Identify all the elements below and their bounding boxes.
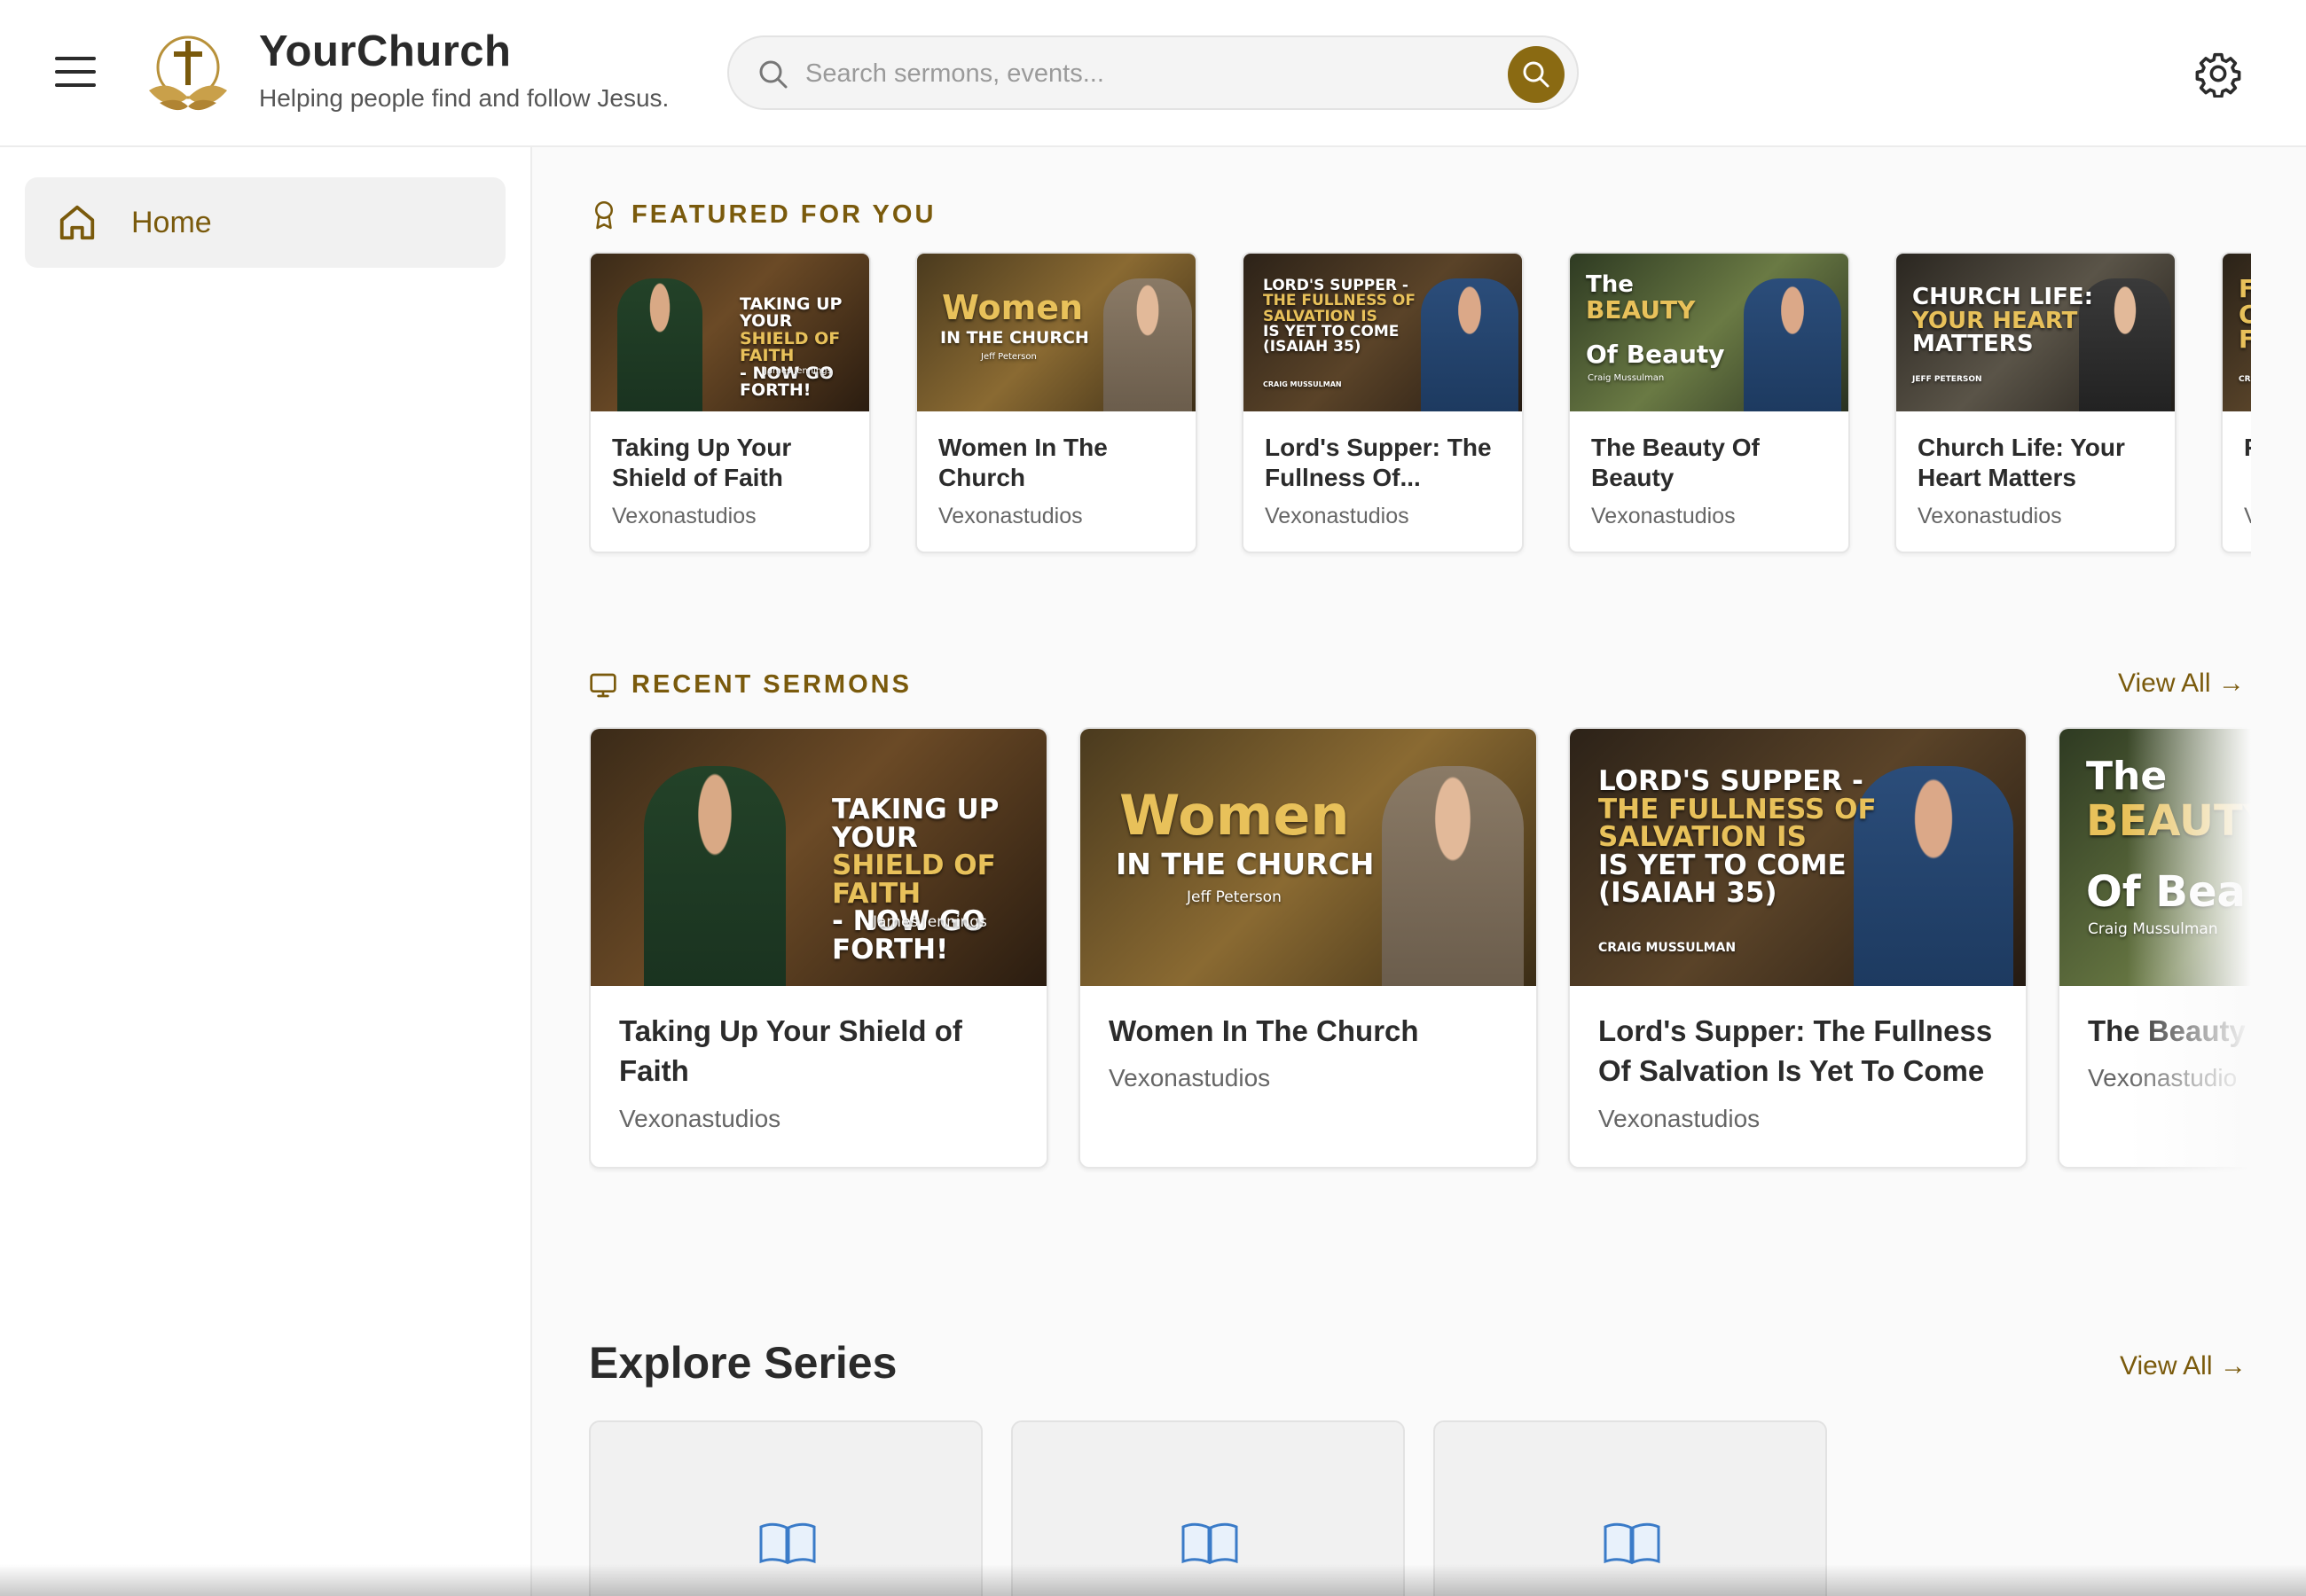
recent-carousel: TAKING UP YOUR SHIELD OF FAITH - NOW GO … [589,727,2251,1321]
book-icon [1604,1522,1660,1565]
sermon-thumbnail: TAKING UP YOUR SHIELD OF FAITH - NOW GO … [591,254,869,411]
sermon-thumbnail: Women IN THE CHURCH Jeff Peterson [1080,729,1536,986]
settings-gear-icon[interactable] [2194,50,2242,98]
featured-card[interactable]: The BEAUTY Of Beauty Craig Mussulman The… [1568,252,1850,553]
explore-view-all-link[interactable]: View All → [2120,1351,2247,1381]
sermon-card[interactable]: TAKING UP YOUR SHIELD OF FAITH - NOW GO … [589,727,1048,1169]
featured-card[interactable]: Women IN THE CHURCH Jeff Peterson Women … [915,252,1197,553]
sermon-thumbnail: The BEAUTY Of Beauty Craig Mussulman [2059,729,2251,986]
brand-name: YourChurch [259,27,512,75]
search-icon [759,60,788,89]
card-title: Church Life: Your Heart Matters [1918,434,2125,491]
sermon-thumbnail: LORD'S SUPPER - THE FULLNESS OF SALVATIO… [1570,729,2026,986]
card-title: Women In The Church [1109,1014,1419,1047]
book-icon [1181,1522,1238,1565]
sermon-thumbnail: LORD'S SUPPER - THE FULLNESS OF SALVATIO… [1243,254,1522,411]
recent-view-all-link[interactable]: View All → [2118,669,2245,699]
recent-section-header: RECENT SERMONS [589,670,912,700]
sermon-card[interactable]: LORD'S SUPPER - THE FULLNESS OF SALVATIO… [1568,727,2028,1169]
monitor-icon [590,673,616,697]
card-title: Women In The Church [938,434,1108,491]
series-card[interactable] [1433,1420,1827,1596]
search-icon [1523,61,1549,88]
series-card[interactable] [589,1420,983,1596]
card-title: F C [2244,433,2251,463]
card-title: The Beauty Of Beauty [1591,434,1760,491]
card-author: Vexonastudios [938,504,1083,528]
sermon-card[interactable]: Women IN THE CHURCH Jeff Peterson Women … [1078,727,1538,1169]
app-header: YourChurch Helping people find and follo… [0,0,2306,147]
search-bar [727,35,1579,110]
sermon-thumbnail: Women IN THE CHURCH Jeff Peterson [917,254,1196,411]
card-title: Lord's Supper: The Fullness Of Salvation… [1598,1014,1993,1087]
main-content: FEATURED FOR YOU TAKING UP YOUR SHIELD O… [532,147,2306,1596]
card-author: Vexonastudios [619,1105,781,1132]
brand-tagline: Helping people find and follow Jesus. [259,84,670,112]
card-author: Vexonastudios [1109,1064,1271,1091]
card-author: Vexonastudios [1598,1105,1761,1132]
series-card[interactable] [1011,1420,1405,1596]
card-author: Vexonastudios [1591,504,1736,528]
sermon-thumbnail: CHURCH LIFE: YOUR HEART MATTERS JEFF PET… [1896,254,2175,411]
sidebar-item-label: Home [131,206,212,239]
card-author: Vexonastudio [2088,1064,2238,1091]
featured-carousel: TAKING UP YOUR SHIELD OF FAITH - NOW GO … [589,252,2251,567]
card-title: Taking Up Your Shield of Faith [612,434,792,491]
sermon-card[interactable]: The BEAUTY Of Beauty Craig Mussulman The… [2058,727,2251,1169]
sidebar: Home [0,147,532,1596]
featured-card[interactable]: F C F Cr F C V [2221,252,2251,553]
search-input[interactable] [805,50,1479,98]
featured-section-header: FEATURED FOR YOU [591,199,936,231]
card-title: Lord's Supper: The Fullness Of... [1265,434,1492,491]
home-icon [59,205,95,240]
explore-series-title: Explore Series [589,1338,898,1388]
featured-card[interactable]: CHURCH LIFE: YOUR HEART MATTERS JEFF PET… [1894,252,2177,553]
featured-card[interactable]: TAKING UP YOUR SHIELD OF FAITH - NOW GO … [589,252,871,553]
church-logo[interactable] [142,28,234,117]
card-author: V [2244,504,2251,529]
card-author: Vexonastudios [1265,504,1409,528]
card-title: The Beauty [2088,1014,2246,1047]
card-author: Vexonastudios [1918,504,2062,528]
sermon-thumbnail: F C F Cr [2223,254,2251,411]
featured-card[interactable]: LORD'S SUPPER - THE FULLNESS OF SALVATIO… [1242,252,1524,553]
card-title: Taking Up Your Shield of Faith [619,1014,962,1087]
sermon-thumbnail: The BEAUTY Of Beauty Craig Mussulman [1570,254,1848,411]
hamburger-menu-icon[interactable] [55,57,99,90]
award-icon [595,201,613,230]
recent-title: RECENT SERMONS [631,670,912,699]
sermon-thumbnail: TAKING UP YOUR SHIELD OF FAITH - NOW GO … [591,729,1047,986]
book-icon [759,1522,816,1565]
sidebar-item-home[interactable]: Home [25,177,506,268]
featured-title: FEATURED FOR YOU [631,200,937,229]
card-author: Vexonastudios [612,504,757,528]
search-submit-button[interactable] [1508,46,1565,103]
